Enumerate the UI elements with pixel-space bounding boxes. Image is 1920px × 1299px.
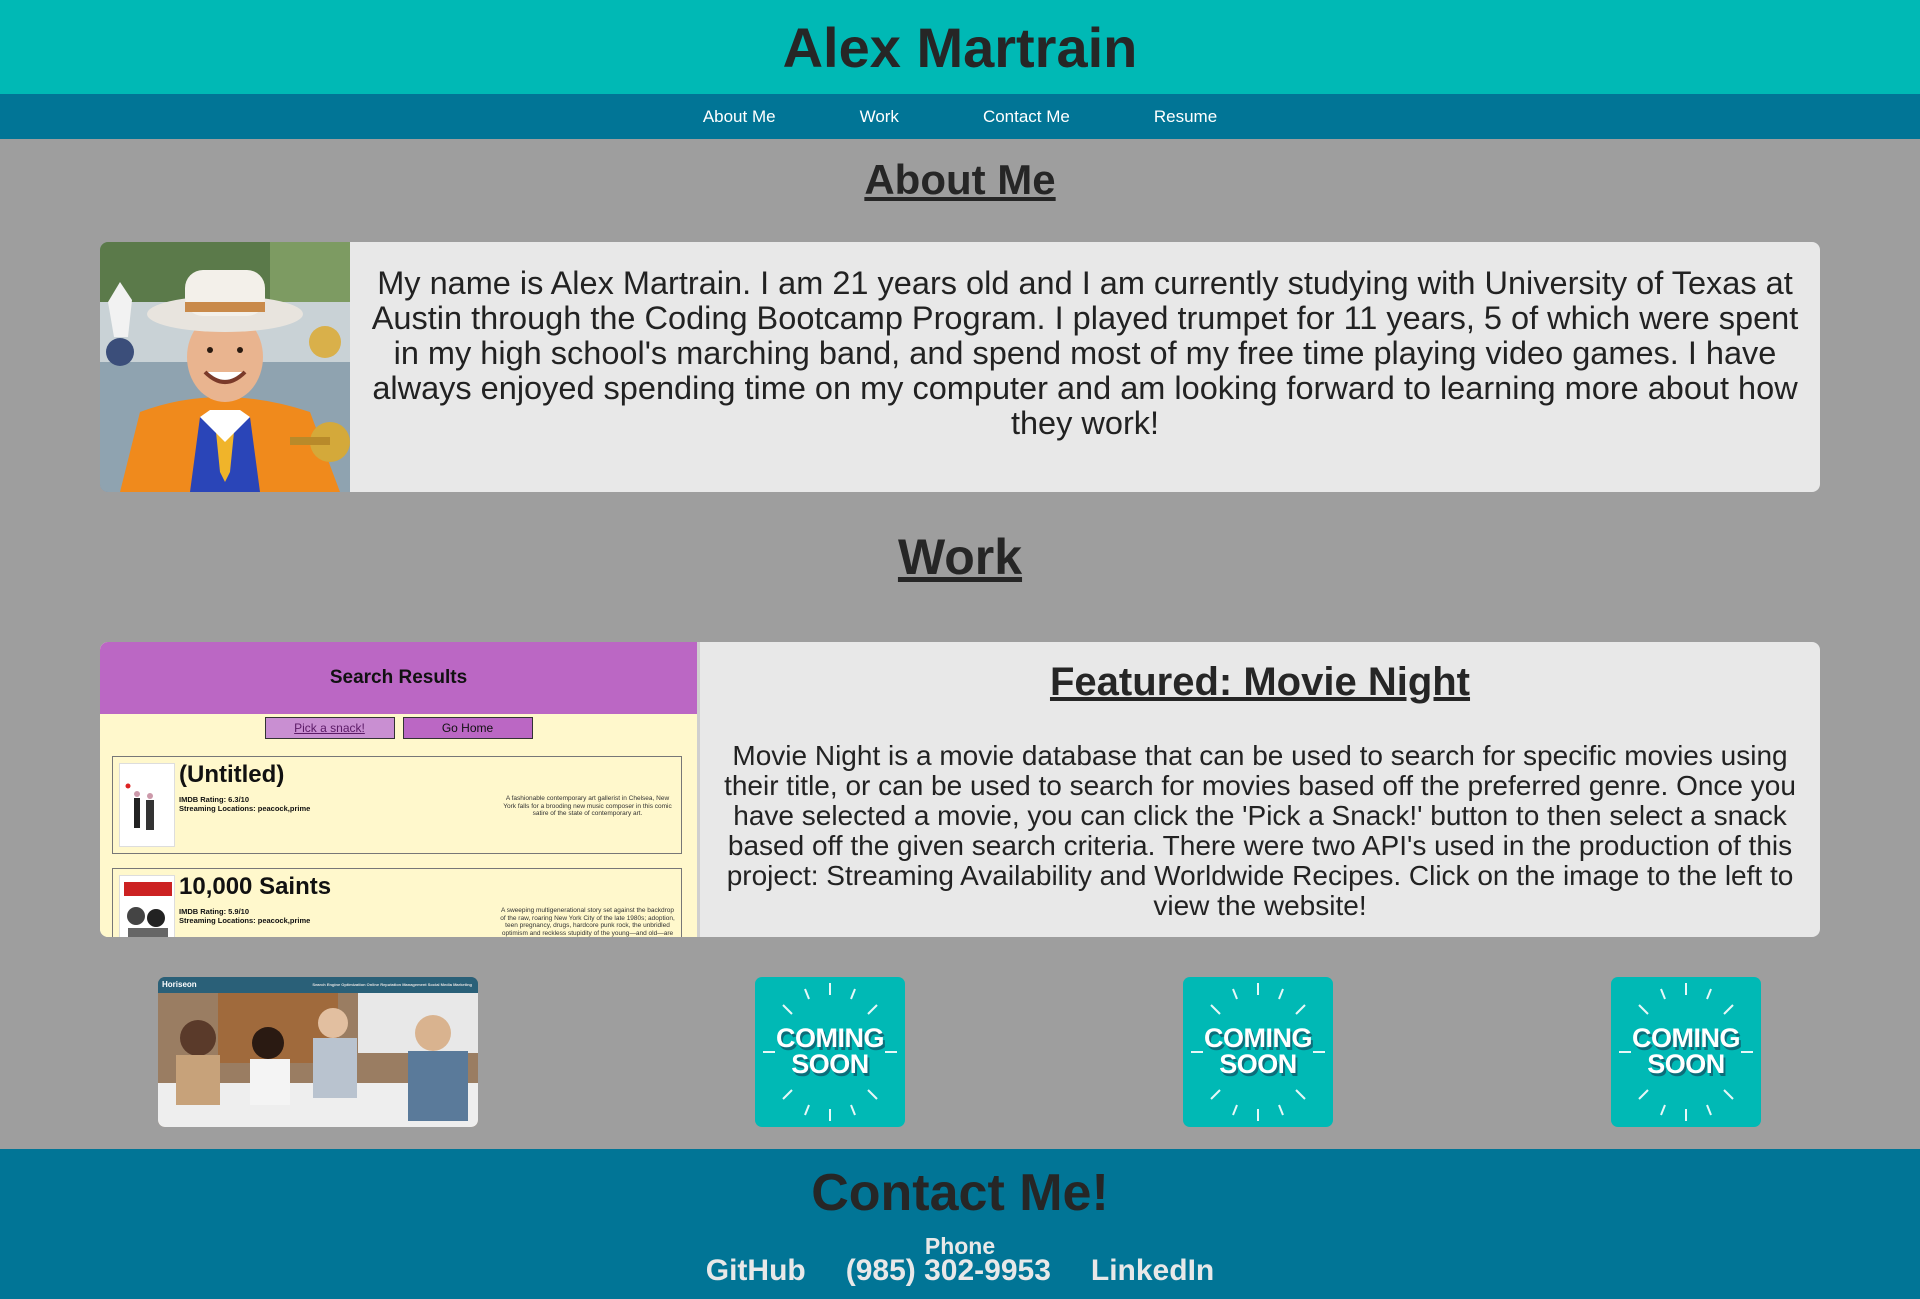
coming-soon-line1: COMING <box>776 1023 885 1053</box>
main-nav: About Me Work Contact Me Resume <box>0 94 1920 139</box>
go-home-button: Go Home <box>402 717 533 739</box>
movie-poster <box>119 875 175 937</box>
featured-project-info: Featured: Movie Night Movie Night is a m… <box>700 642 1820 937</box>
horiseon-project-thumbnail[interactable]: Horiseon Search Engine Optimization Onli… <box>158 977 478 1127</box>
coming-soon-line1: COMING <box>1204 1023 1313 1053</box>
contact-footer: Contact Me! Phone GitHub (985) 302-9953 … <box>0 1149 1920 1299</box>
movie-meta: IMDB Rating: 6.3/10 Streaming Locations:… <box>179 795 310 813</box>
github-link[interactable]: GitHub <box>706 1254 806 1288</box>
work-heading: Work <box>897 529 1023 585</box>
coming-soon-line2: SOON <box>1219 1049 1297 1079</box>
work-card: Search Results Pick a snack! Go Home (Un… <box>100 642 1820 937</box>
pick-snack-button: Pick a snack! <box>264 717 395 739</box>
profile-photo <box>100 242 350 492</box>
featured-project-description: Movie Night is a movie database that can… <box>724 740 1796 921</box>
movie-streaming: Streaming Locations: peacock,prime <box>179 804 311 813</box>
coming-soon-line2: SOON <box>1647 1049 1725 1079</box>
movie-title: 10,000 Saints <box>179 873 332 900</box>
movie-result: 10,000 Saints IMDB Rating: 5.9/10 Stream… <box>112 868 682 937</box>
movie-meta: IMDB Rating: 5.9/10 Streaming Locations:… <box>179 907 310 925</box>
about-bio: My name is Alex Martrain. I am 21 years … <box>371 265 1799 441</box>
nav-contact-me[interactable]: Contact Me <box>941 107 1112 127</box>
contact-links: GitHub (985) 302-9953 LinkedIn <box>0 1254 1920 1288</box>
site-header: Alex Martrain <box>0 0 1920 94</box>
coming-soon-line1: COMING <box>1632 1023 1741 1053</box>
movie-title: (Untitled) <box>179 761 285 788</box>
coming-soon-text: COMING SOON <box>1183 1023 1333 1079</box>
nav-work[interactable]: Work <box>818 107 941 127</box>
movie-night-screenshot-link[interactable]: Search Results Pick a snack! Go Home (Un… <box>100 642 700 937</box>
movie-rating: IMDB Rating: 6.3/10 <box>179 795 250 804</box>
movie-result: (Untitled) IMDB Rating: 6.3/10 Streaming… <box>112 756 682 854</box>
horiseon-hero-image <box>158 993 478 1127</box>
screenshot-header: Search Results <box>100 642 697 714</box>
movie-description: A sweeping multigenerational story set a… <box>500 907 675 937</box>
screenshot-buttons: Pick a snack! Go Home <box>100 717 697 739</box>
about-card: My name is Alex Martrain. I am 21 years … <box>100 242 1820 492</box>
movie-rating: IMDB Rating: 5.9/10 <box>179 907 250 916</box>
coming-soon-thumbnail[interactable]: COMING SOON <box>755 977 905 1127</box>
movie-poster <box>119 763 175 847</box>
contact-heading: Contact Me! <box>811 1164 1109 1222</box>
featured-project-title: Featured: Movie Night <box>1049 660 1471 704</box>
profile-photo-image <box>100 242 350 492</box>
nav-about-me[interactable]: About Me <box>663 107 818 127</box>
site-title: Alex Martrain <box>782 15 1138 79</box>
horiseon-links: Search Engine Optimization Online Reputa… <box>312 982 472 987</box>
horiseon-brand: Horiseon <box>162 980 197 989</box>
linkedin-link[interactable]: LinkedIn <box>1091 1254 1214 1288</box>
coming-soon-text: COMING SOON <box>1611 1023 1761 1079</box>
about-heading: About Me <box>864 156 1056 203</box>
horiseon-navbar: Horiseon Search Engine Optimization Onli… <box>158 977 478 993</box>
movie-streaming: Streaming Locations: peacock,prime <box>179 916 311 925</box>
nav-resume[interactable]: Resume <box>1112 107 1257 127</box>
coming-soon-line2: SOON <box>791 1049 869 1079</box>
coming-soon-text: COMING SOON <box>755 1023 905 1079</box>
coming-soon-thumbnail[interactable]: COMING SOON <box>1183 977 1333 1127</box>
coming-soon-thumbnail[interactable]: COMING SOON <box>1611 977 1761 1127</box>
phone-number: (985) 302-9953 <box>845 1254 1051 1287</box>
movie-description: A fashionable contemporary art gallerist… <box>503 795 672 817</box>
